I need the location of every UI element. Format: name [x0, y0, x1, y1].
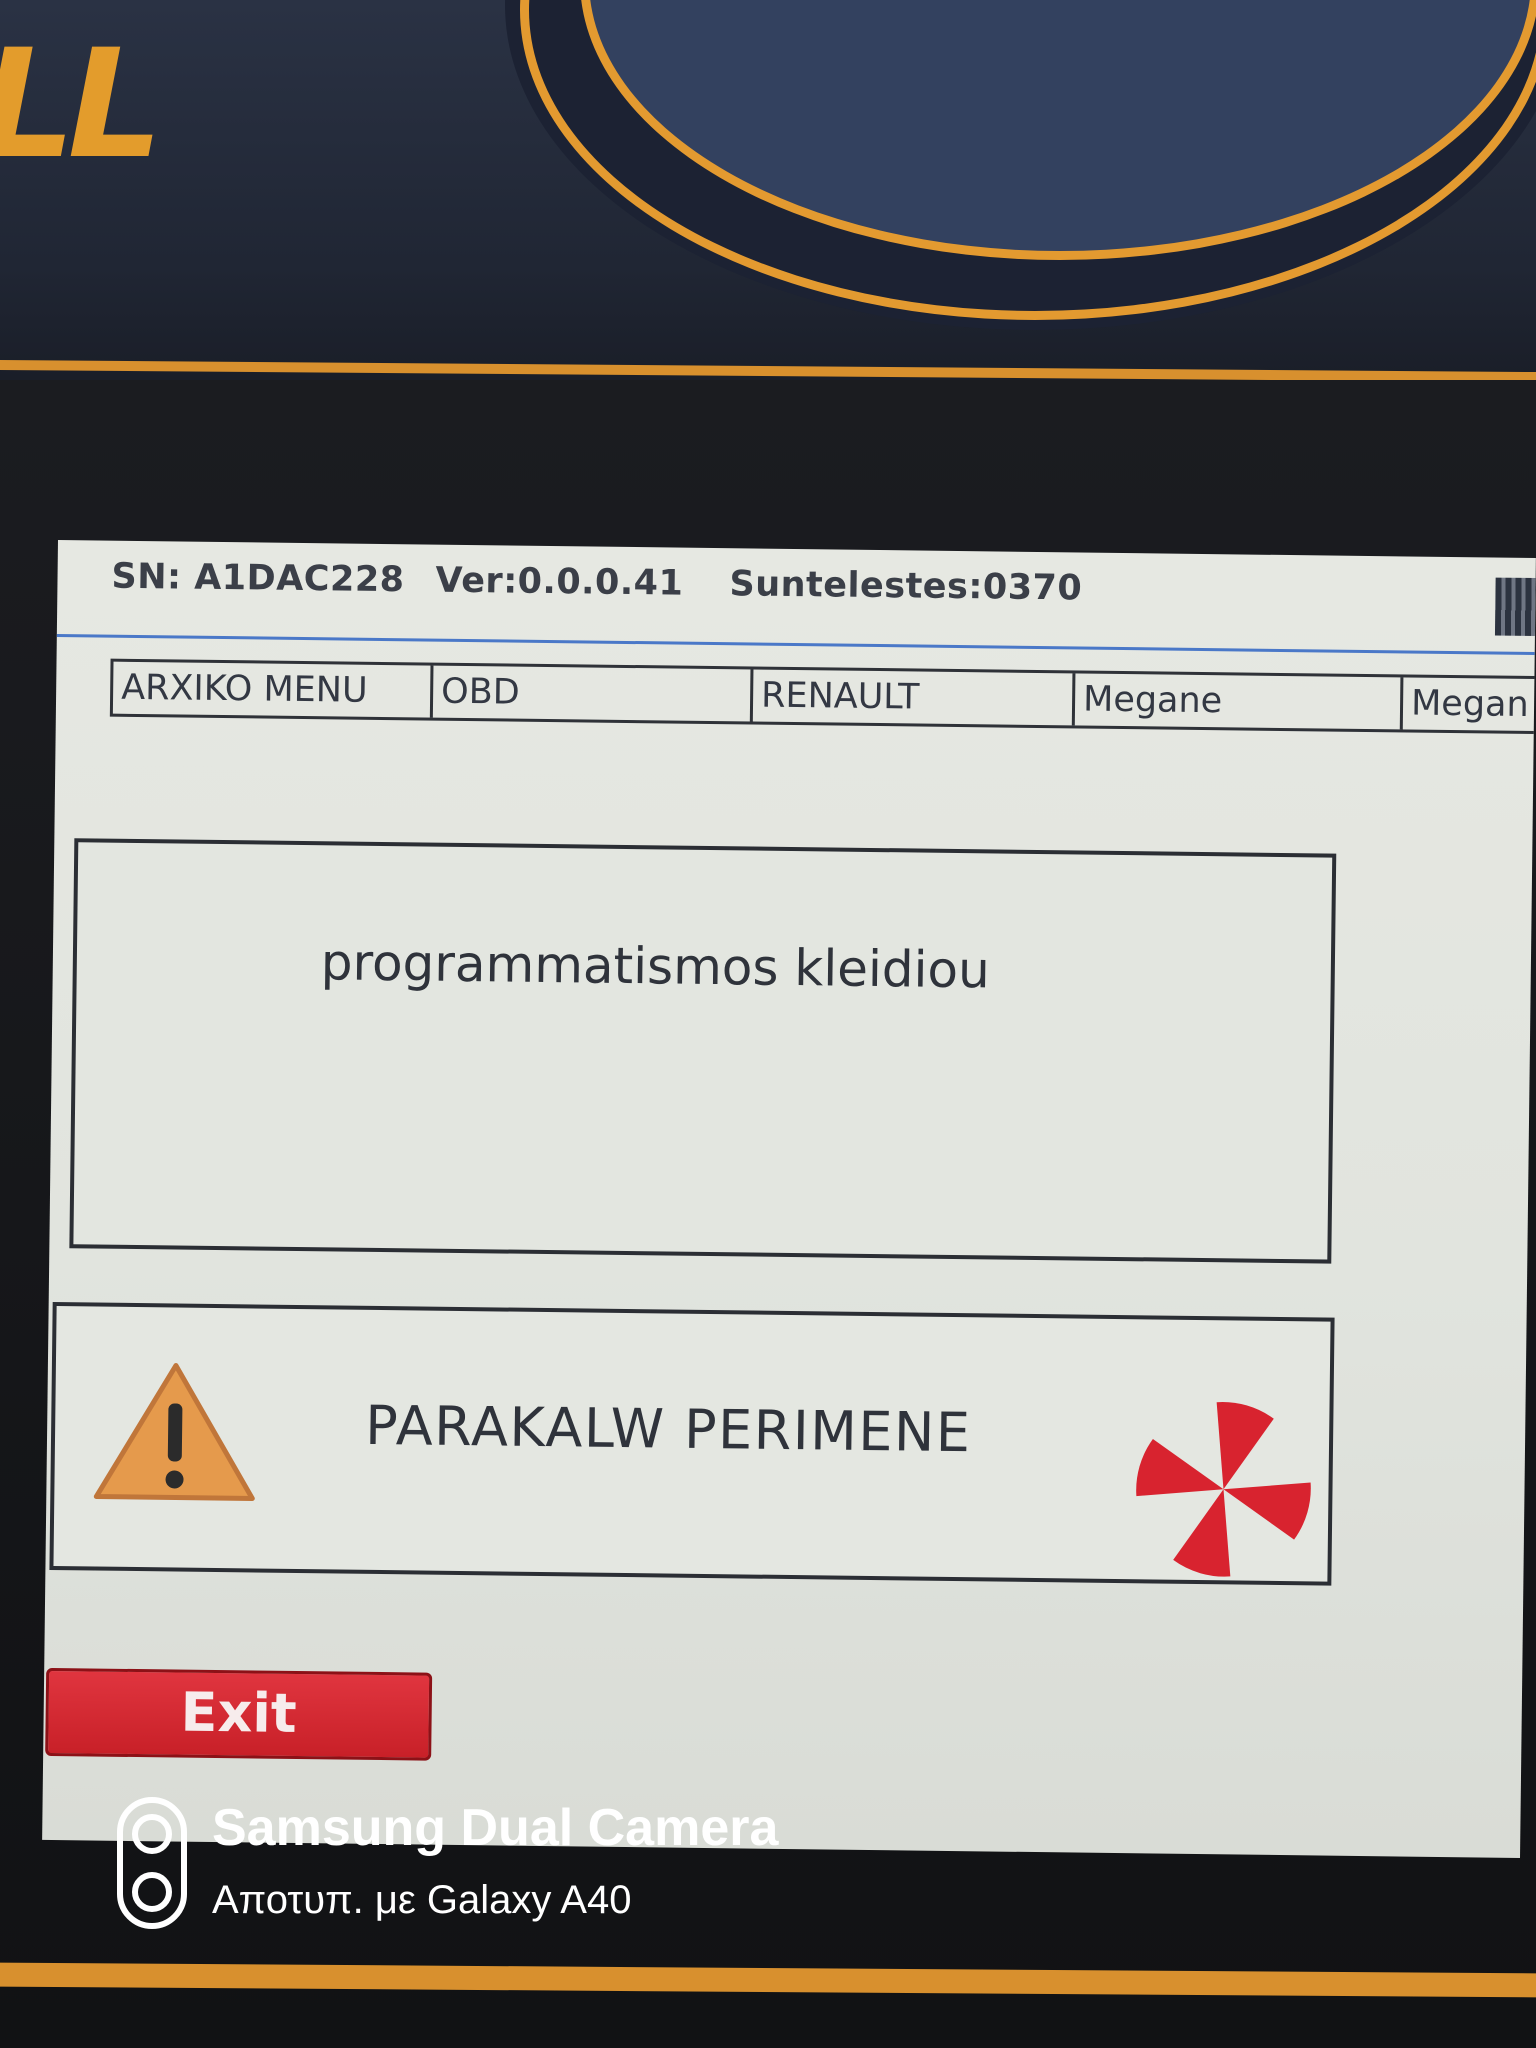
firmware-version: Ver:0.0.0.41 [435, 560, 684, 604]
suntelestes-counter: Suntelestes:0370 [729, 564, 1083, 609]
please-wait-text: PARAKALW PERIMENE [364, 1393, 972, 1465]
serial-number: SN: A1DAC228 [111, 556, 405, 601]
watermark-title: Samsung Dual Camera [212, 1799, 779, 1857]
breadcrumb-item-obd[interactable]: OBD [432, 665, 754, 722]
breadcrumb-item-megane-model[interactable]: Megan [1403, 677, 1536, 731]
watermark-subtitle: Αποτυπ. με Galaxy A40 [212, 1878, 632, 1922]
message-text: programmatismos kleidiou [320, 933, 991, 1000]
camera-watermark: Samsung Dual Camera Αποτυπ. με Galaxy A4… [116, 1796, 1016, 1936]
message-box: programmatismos kleidiou [69, 838, 1337, 1264]
warning-triangle-icon [93, 1363, 255, 1501]
dual-camera-icon [117, 1797, 187, 1929]
breadcrumb: ARXIKO MENU OBD RENAULT Megane Megan [109, 658, 1536, 735]
breadcrumb-item-main-menu[interactable]: ARXIKO MENU [112, 661, 434, 718]
brand-logo: LL [0, 18, 163, 192]
please-wait-box: PARAKALW PERIMENE [49, 1301, 1335, 1586]
status-bar: SN: A1DAC228 Ver:0.0.0.41 Suntelestes:03… [56, 540, 1536, 656]
breadcrumb-item-renault[interactable]: RENAULT [752, 669, 1076, 726]
device-screen: SN: A1DAC228 Ver:0.0.0.41 Suntelestes:03… [42, 540, 1536, 1858]
exit-button[interactable]: Exit [45, 1667, 433, 1761]
qr-code-icon [1494, 577, 1536, 637]
breadcrumb-item-megane[interactable]: Megane [1074, 673, 1404, 730]
device-housing: LL [0, 0, 1536, 380]
housing-accent-stripe [0, 359, 1536, 380]
loading-spinner-icon [1136, 1402, 1311, 1577]
